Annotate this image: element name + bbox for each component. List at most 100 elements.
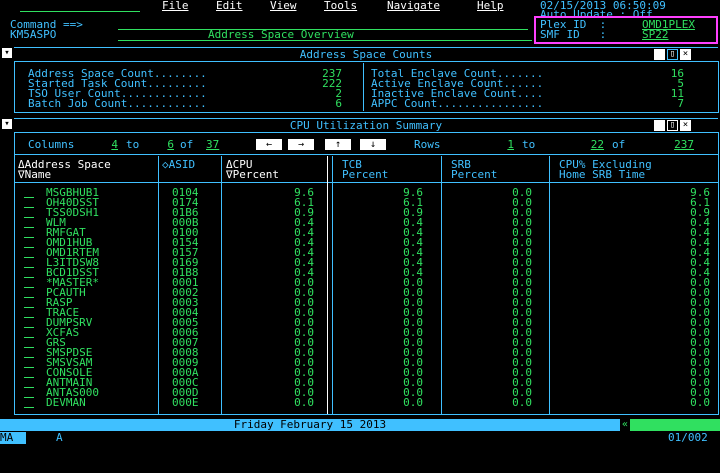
row-cpu-excl-srb: 0.0: [690, 366, 710, 379]
scroll-down-button[interactable]: ↓: [360, 139, 386, 150]
row-cpu-excl-srb: 9.6: [690, 186, 710, 199]
header-asid[interactable]: ◇ASID: [162, 159, 195, 170]
cpu-minimize-icon[interactable]: [654, 120, 665, 131]
row-select-field[interactable]: [24, 407, 34, 408]
counts-collapse-icon[interactable]: ▾: [2, 48, 12, 58]
row-name: DEVMAN: [46, 396, 86, 409]
header-tcb-2[interactable]: Percent: [342, 169, 388, 180]
counts-close-icon[interactable]: ×: [680, 49, 691, 60]
header-cpu-2[interactable]: ∇Percent: [226, 169, 279, 180]
col-divider-4: [332, 156, 333, 414]
rows-label: Rows: [414, 138, 441, 151]
header-srb-2[interactable]: Percent: [451, 169, 497, 180]
row-cpu-excl-srb: 0.4: [690, 246, 710, 259]
row-select-field[interactable]: [24, 317, 34, 318]
cpu-bottom-border: [14, 414, 718, 415]
row-select-field[interactable]: [24, 257, 34, 258]
row-select-field[interactable]: [24, 357, 34, 358]
row-cpu-excl-srb: 0.0: [690, 286, 710, 299]
date-banner-bar: Friday February 15 2013: [0, 419, 620, 431]
row-select-field[interactable]: [24, 347, 34, 348]
row-from-input[interactable]: 1: [466, 139, 514, 150]
header-bottom-line: [14, 182, 718, 183]
counts-left-border: [14, 61, 15, 113]
workspace-underline: [118, 40, 532, 41]
progress-indicator: «: [620, 419, 720, 431]
row-cpu-excl-srb: 0.0: [690, 296, 710, 309]
row-select-field[interactable]: [24, 377, 34, 378]
counts-divider: [363, 63, 364, 111]
cpu-close-icon[interactable]: ×: [680, 120, 691, 131]
menu-navigate[interactable]: Navigate: [387, 0, 440, 11]
row-select-field[interactable]: [24, 267, 34, 268]
oia-position: 01/002: [668, 431, 708, 444]
menu-file[interactable]: File: [162, 0, 189, 11]
date-banner: Friday February 15 2013: [233, 418, 387, 431]
col-divider-2: [221, 156, 222, 414]
row-select-field[interactable]: [24, 367, 34, 368]
workspace-title: Address Space Overview: [208, 28, 354, 41]
row-tcb-percent: 0.0: [403, 396, 423, 409]
row-total: 237: [674, 138, 694, 151]
scroll-left-button[interactable]: ←: [256, 139, 282, 150]
smf-id-label: SMF ID :: [540, 28, 607, 41]
row-select-field[interactable]: [24, 277, 34, 278]
row-select-field[interactable]: [24, 397, 34, 398]
oia-a: A: [56, 431, 63, 444]
cpu-maximize-icon[interactable]: ▯: [667, 120, 678, 131]
row-select-field[interactable]: [24, 297, 34, 298]
datetime: 02/15/2013 06:50:09: [540, 0, 666, 12]
counts-minimize-icon[interactable]: [654, 49, 665, 60]
row-select-field[interactable]: [24, 207, 34, 208]
menu-edit[interactable]: Edit: [216, 0, 243, 11]
oia-line: MA A 01/002: [0, 432, 720, 444]
row-to-input[interactable]: 22: [548, 139, 604, 150]
col-divider-5: [441, 156, 442, 414]
header-name-2[interactable]: ∇Name: [18, 169, 51, 180]
row-cpu-excl-srb: 0.4: [690, 266, 710, 279]
header-top-line: [14, 154, 718, 155]
cpu-panel-header: CPU Utilization Summary ▯ ×: [14, 118, 718, 133]
row-select-field[interactable]: [24, 337, 34, 338]
row-select-field[interactable]: [24, 197, 34, 198]
row-asid: 000E: [172, 396, 199, 409]
counts-right-border: [718, 61, 719, 113]
row-select-field[interactable]: [24, 307, 34, 308]
row-select-field[interactable]: [24, 327, 34, 328]
row-cpu-excl-srb: 0.0: [690, 336, 710, 349]
menu-help[interactable]: Help: [477, 0, 504, 11]
row-select-field[interactable]: [24, 227, 34, 228]
counts-panel-header: Address Space Counts ▯ ×: [14, 47, 718, 62]
row-to-word: to: [522, 138, 536, 151]
row-cpu-excl-srb: 0.4: [690, 236, 710, 249]
row-cpu-excl-srb: 6.1: [690, 196, 710, 209]
row-srb-percent: 0.0: [512, 396, 532, 409]
workspace-id: KM5ASPO: [10, 28, 57, 41]
row-select-field[interactable]: [24, 237, 34, 238]
row-cpu-excl-srb: 0.4: [690, 216, 710, 229]
row-select-field[interactable]: [24, 287, 34, 288]
menu-underline: [20, 11, 140, 12]
double-left-icon[interactable]: «: [620, 419, 630, 431]
row-cpu-excl-srb: 0.9: [690, 206, 710, 219]
menu-view[interactable]: View: [270, 0, 297, 11]
menu-tools[interactable]: Tools: [324, 0, 357, 11]
row-cpu-excl-srb: 0.4: [690, 226, 710, 239]
counts-maximize-icon[interactable]: ▯: [667, 49, 678, 60]
row-cpu-excl-srb: 0.0: [690, 306, 710, 319]
row-of-word: of: [612, 138, 626, 151]
smf-id-value[interactable]: SP22: [642, 29, 669, 40]
row-cpu-excl-srb: 0.4: [690, 256, 710, 269]
row-select-field[interactable]: [24, 217, 34, 218]
cpu-right-border: [718, 132, 719, 415]
row-cpu-excl-srb: 0.0: [690, 376, 710, 389]
row-cpu-excl-srb: 0.0: [690, 356, 710, 369]
scroll-right-button[interactable]: →: [288, 139, 314, 150]
row-select-field[interactable]: [24, 387, 34, 388]
cpu-collapse-icon[interactable]: ▾: [2, 119, 12, 129]
counts-bottom-border: [14, 112, 718, 113]
header-excl-2[interactable]: Home SRB Time: [559, 169, 645, 180]
scroll-up-button[interactable]: ↑: [325, 139, 351, 150]
batch-count-value: 6: [335, 97, 342, 110]
row-select-field[interactable]: [24, 247, 34, 248]
